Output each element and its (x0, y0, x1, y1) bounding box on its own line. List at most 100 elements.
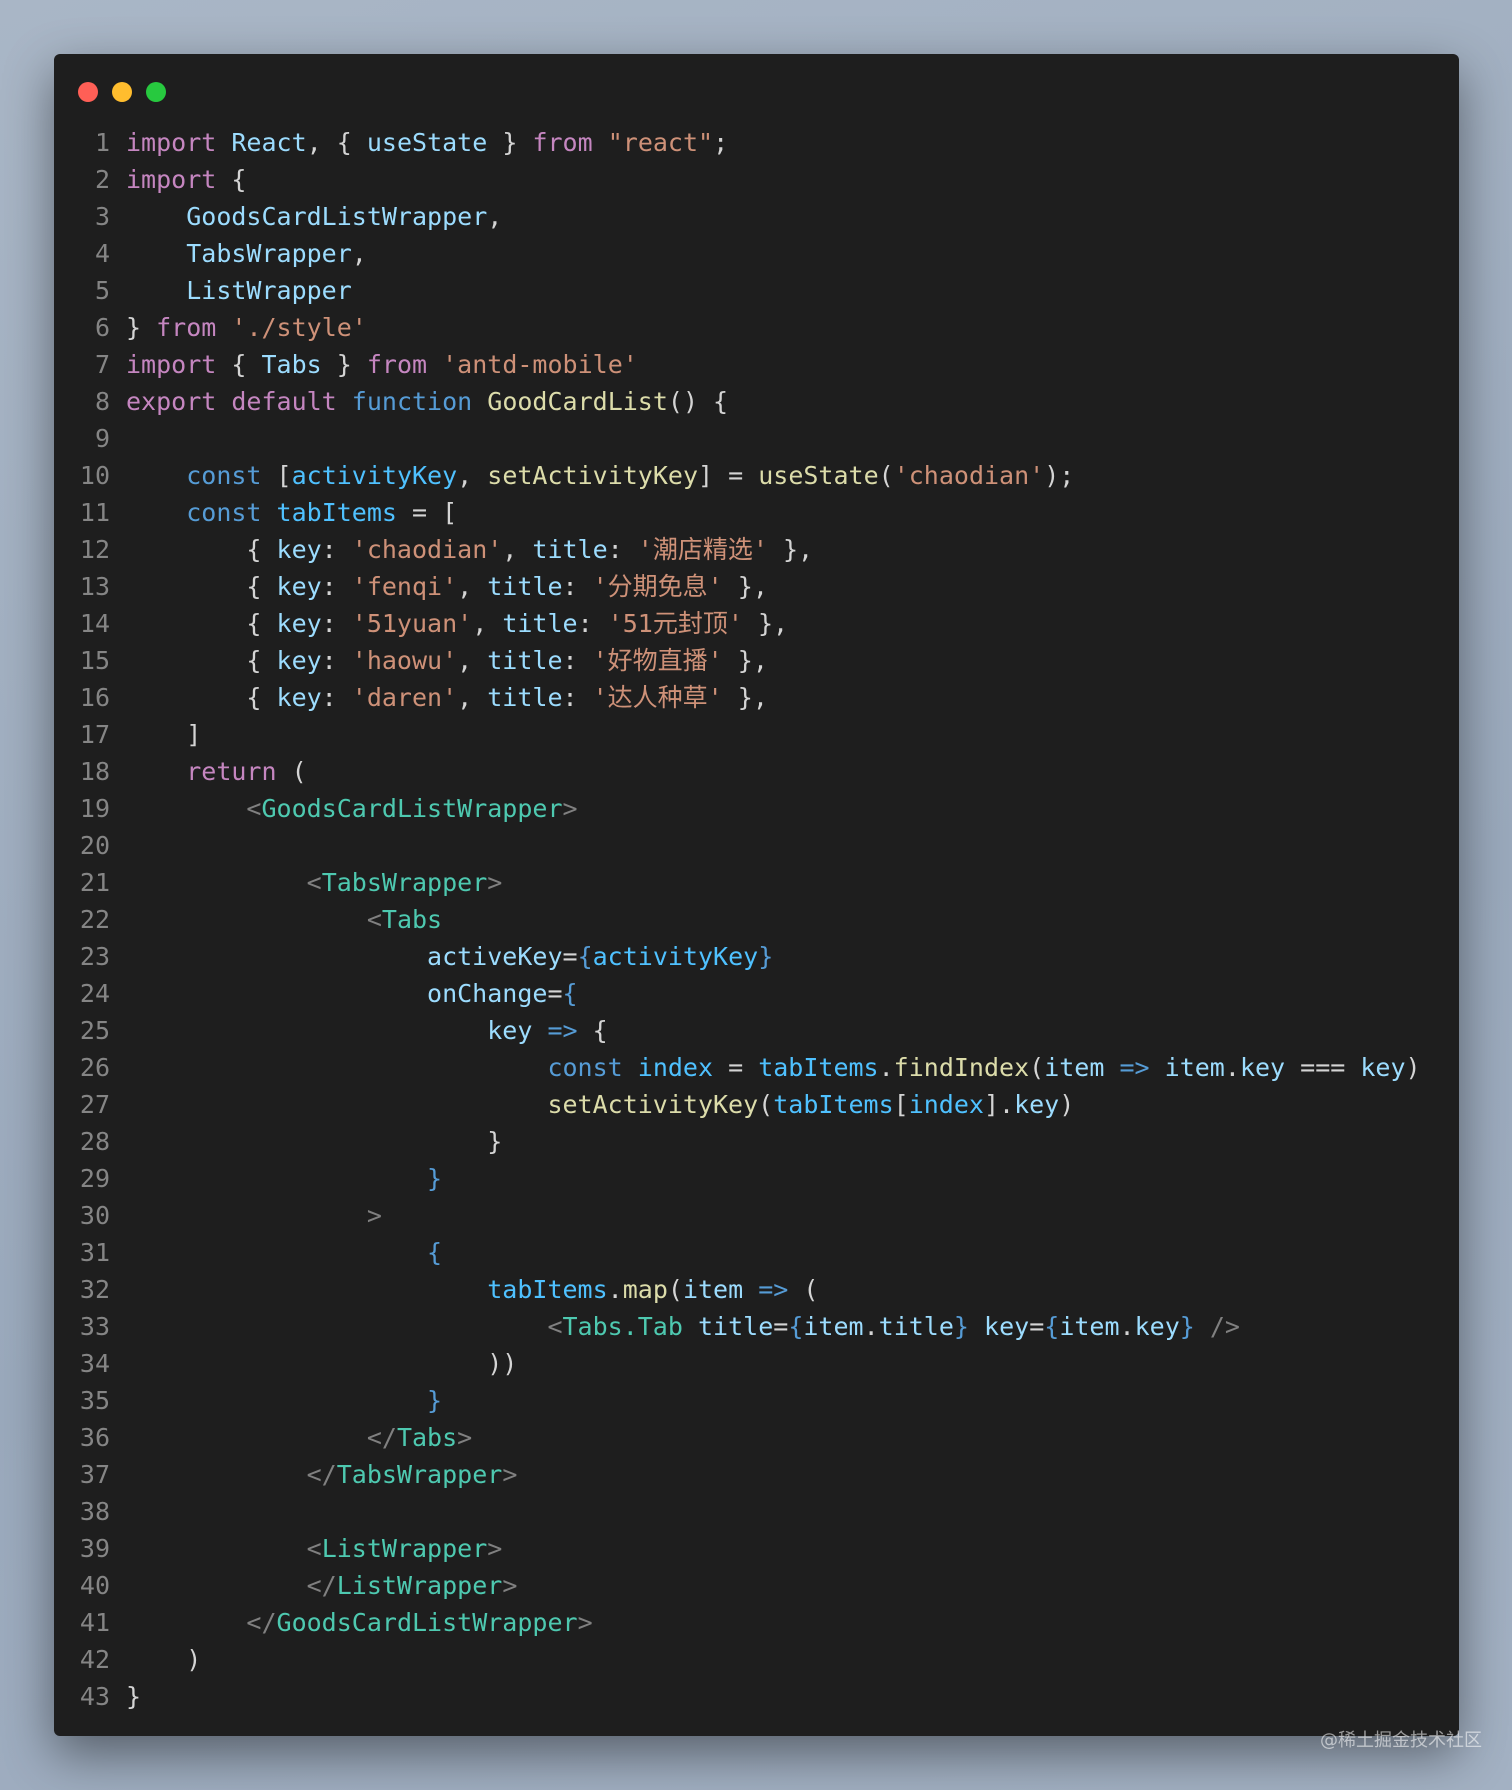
code-token: activityKey (592, 942, 759, 971)
code-token: </ (306, 1571, 337, 1600)
line-source: > (110, 1197, 382, 1234)
line-source: GoodsCardListWrapper, (110, 198, 502, 235)
code-token: = (773, 1312, 789, 1341)
code-token: '潮店精选' (637, 535, 768, 564)
code-token: } (427, 1164, 443, 1193)
code-token: } (126, 1127, 503, 1156)
code-line: 39 <ListWrapper> (54, 1530, 1459, 1567)
line-source: } (110, 1123, 502, 1160)
code-token: key (984, 1312, 1030, 1341)
line-number: 26 (79, 1053, 110, 1082)
code-token: '达人种草' (592, 683, 723, 712)
code-token: title (532, 535, 608, 564)
code-token: { (577, 942, 593, 971)
code-token: ) (1059, 1090, 1075, 1119)
code-token: title (502, 609, 578, 638)
line-source: const tabItems = [ (110, 494, 457, 531)
code-token: ) (126, 1645, 202, 1674)
line-number: 6 (94, 313, 110, 342)
code-token: /> (1194, 1312, 1240, 1341)
line-source: import React, { useState } from "react"; (110, 124, 728, 161)
code-editor[interactable]: 1 import React, { useState } from "react"… (54, 124, 1459, 1715)
line-number: 32 (79, 1275, 110, 1304)
code-token: from (366, 350, 428, 379)
line-source: <GoodsCardListWrapper> (110, 790, 577, 827)
code-line: 2 import { (54, 161, 1459, 198)
code-line: 29 } (54, 1160, 1459, 1197)
code-token: ListWrapper (186, 276, 352, 305)
code-token: < (306, 1534, 322, 1563)
code-token: export (126, 387, 217, 416)
code-token: ( (788, 1275, 819, 1304)
code-window: 1 import React, { useState } from "react"… (54, 54, 1459, 1736)
code-line: 40 </ListWrapper> (54, 1567, 1459, 1604)
line-number: 15 (79, 646, 110, 675)
line-source: </Tabs> (110, 1419, 472, 1456)
code-token: [ (261, 461, 292, 490)
close-button[interactable] (78, 82, 98, 102)
code-token: ] (126, 720, 202, 749)
code-token: title (697, 1312, 774, 1341)
code-token: > (457, 1423, 473, 1452)
line-number: 43 (79, 1682, 110, 1711)
code-token: 'daren' (351, 683, 458, 712)
code-token: '51yuan' (351, 609, 473, 638)
line-number: 30 (79, 1201, 110, 1230)
code-line: 30 > (54, 1197, 1459, 1234)
line-number: 8 (94, 387, 110, 416)
line-source: { key: 'chaodian', title: '潮店精选' }, (110, 531, 813, 568)
code-line: 8 export default function GoodCardList() … (54, 383, 1459, 420)
code-token: Tabs.Tab (562, 1312, 683, 1341)
code-line: 38 (54, 1493, 1459, 1530)
code-token: const (186, 498, 262, 527)
code-token: import (126, 350, 217, 379)
code-token: title (487, 572, 563, 601)
code-token: , { (306, 128, 367, 157)
line-number: 19 (79, 794, 110, 823)
code-token: TabsWrapper (321, 868, 488, 897)
minimize-button[interactable] (112, 82, 132, 102)
line-number: 27 (79, 1090, 110, 1119)
code-line: 32 tabItems.map(item => ( (54, 1271, 1459, 1308)
line-source: { (110, 1234, 442, 1271)
code-token: tabItems (773, 1090, 894, 1119)
code-token: ( (758, 1090, 774, 1119)
code-token: () { (667, 387, 729, 416)
line-source: key => { (110, 1012, 607, 1049)
code-token: === (1285, 1053, 1361, 1082)
code-token: : (321, 535, 352, 564)
code-token: </ (246, 1608, 277, 1637)
line-number: 18 (79, 757, 110, 786)
code-line: 14 { key: '51yuan', title: '51元封顶' }, (54, 605, 1459, 642)
line-number: 2 (94, 165, 110, 194)
maximize-button[interactable] (146, 82, 166, 102)
code-token: index (908, 1090, 984, 1119)
line-number: 5 (94, 276, 110, 305)
line-number: 34 (79, 1349, 110, 1378)
code-token: 'chaodian' (351, 535, 503, 564)
line-number: 29 (79, 1164, 110, 1193)
line-number: 24 (79, 979, 110, 1008)
code-token: > (487, 1534, 503, 1563)
window-controls (78, 82, 166, 102)
code-token: 'fenqi' (351, 572, 458, 601)
code-token: { (216, 165, 247, 194)
code-token: { (126, 683, 277, 712)
code-line: 10 const [activityKey, setActivityKey] =… (54, 457, 1459, 494)
code-token: "react" (607, 128, 714, 157)
line-source: TabsWrapper, (110, 235, 367, 272)
line-number: 11 (79, 498, 110, 527)
code-line: 1 import React, { useState } from "react"… (54, 124, 1459, 161)
code-token: . (607, 1275, 623, 1304)
code-line: 7 import { Tabs } from 'antd-mobile' (54, 346, 1459, 383)
code-line: 12 { key: 'chaodian', title: '潮店精选' }, (54, 531, 1459, 568)
line-source: } (110, 1678, 141, 1715)
code-token: tabItems (487, 1275, 608, 1304)
